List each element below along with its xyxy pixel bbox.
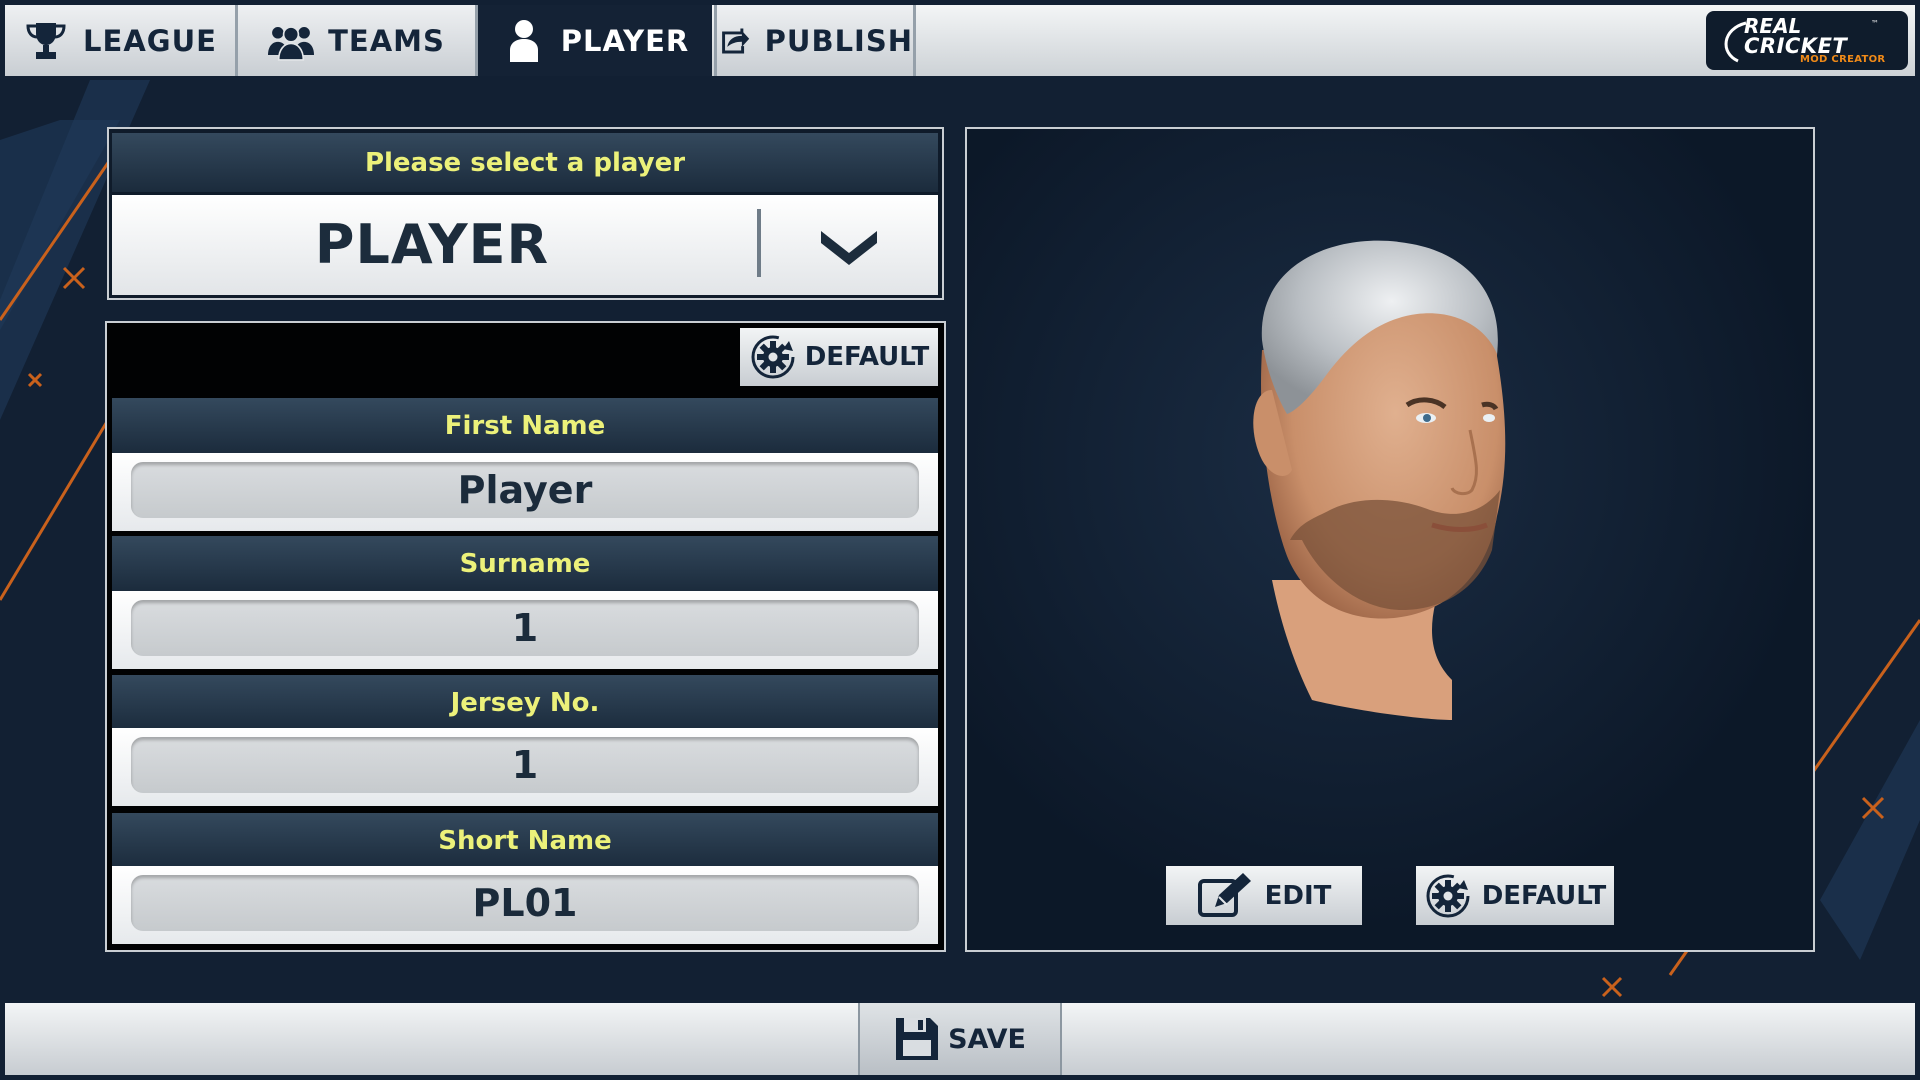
dropdown-divider	[757, 209, 761, 277]
player-head-model	[1253, 240, 1506, 720]
tab-league[interactable]: LEAGUE	[5, 5, 238, 76]
reset-gear-icon	[751, 335, 795, 379]
player-dropdown[interactable]: PLAYER	[112, 195, 938, 295]
player-icon	[509, 19, 538, 62]
tab-label: PUBLISH	[764, 23, 913, 58]
edit-face-button[interactable]: EDIT	[1166, 866, 1362, 925]
form-default-button[interactable]: DEFAULT	[740, 328, 938, 386]
trophy-icon	[26, 22, 66, 59]
reset-gear-icon	[1426, 874, 1470, 917]
tab-teams[interactable]: TEAMS	[238, 5, 478, 76]
first-name-label: First Name	[112, 398, 938, 454]
save-label: SAVE	[948, 1023, 1026, 1055]
jersey-number-field	[112, 728, 938, 806]
jersey-number-label: Jersey No.	[112, 675, 938, 731]
face-default-label: DEFAULT	[1481, 880, 1607, 911]
surname-label: Surname	[112, 536, 938, 592]
tab-publish[interactable]: PUBLISH	[714, 5, 916, 76]
first-name-field	[112, 453, 938, 531]
surname-input[interactable]	[131, 600, 919, 656]
tab-label: TEAMS	[328, 23, 445, 58]
surname-field	[112, 591, 938, 669]
logo-subtitle: MOD CREATOR	[1800, 54, 1886, 65]
logo-trademark: ™	[1871, 19, 1879, 28]
tab-label: LEAGUE	[83, 23, 217, 58]
team-icon	[268, 25, 315, 61]
face-default-button[interactable]: DEFAULT	[1416, 866, 1614, 925]
tab-label: PLAYER	[560, 23, 690, 58]
first-name-input[interactable]	[131, 462, 919, 518]
form-default-label: DEFAULT	[804, 342, 930, 372]
short-name-input[interactable]	[131, 875, 919, 931]
jersey-number-input[interactable]	[131, 737, 919, 793]
tab-player[interactable]: PLAYER	[478, 5, 712, 76]
edit-icon	[1197, 872, 1251, 917]
publish-icon	[722, 28, 750, 53]
edit-label: EDIT	[1264, 880, 1332, 911]
chevron-down-icon[interactable]	[817, 219, 881, 269]
short-name-field	[112, 866, 938, 944]
real-cricket-logo: REAL CRICKET MOD CREATOR ™	[1706, 11, 1908, 70]
save-icon	[896, 1018, 939, 1060]
player-dropdown-value: PLAYER	[314, 213, 550, 276]
short-name-label: Short Name	[112, 813, 938, 869]
save-button[interactable]: SAVE	[858, 1003, 1062, 1075]
player-select-header: Please select a player	[112, 133, 938, 192]
